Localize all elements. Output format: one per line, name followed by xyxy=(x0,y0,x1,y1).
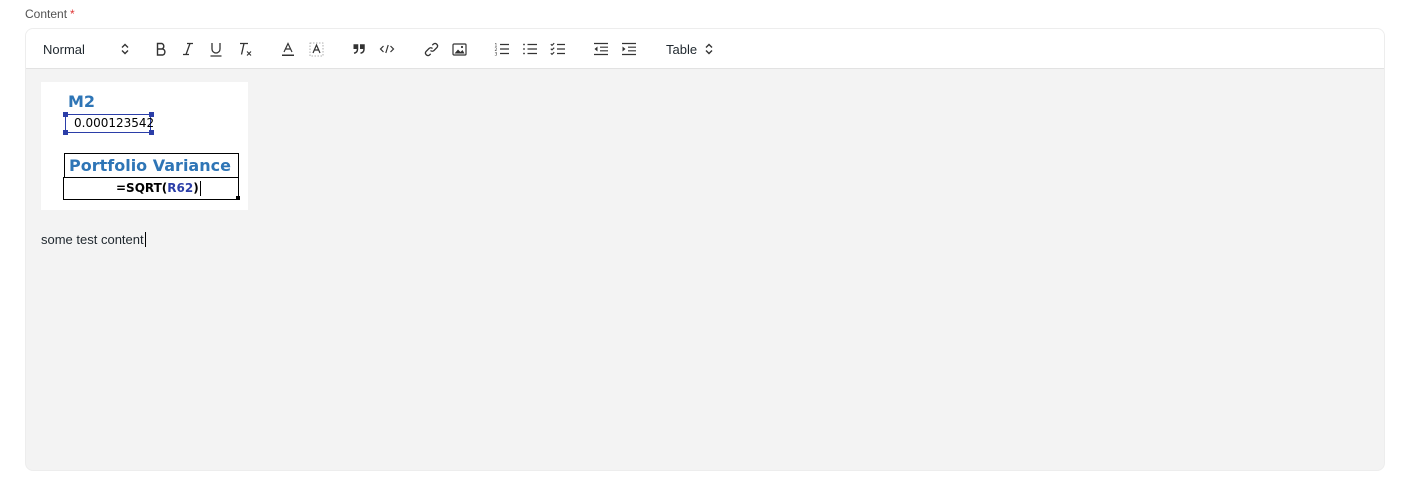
blockquote-icon xyxy=(353,44,365,54)
header-select[interactable]: Normal xyxy=(43,38,129,60)
image-cell-value: 0.000123542 xyxy=(65,114,154,133)
image-heading: M2 xyxy=(68,92,96,111)
embedded-spreadsheet-image[interactable]: M2 0.000123542 Portfolio Variance =SQRT(… xyxy=(41,82,248,210)
clear-format-icon xyxy=(240,42,252,56)
field-label: Content * xyxy=(25,7,75,21)
header-select-value: Normal xyxy=(43,41,85,57)
formula-cursor xyxy=(199,181,201,196)
editor-toolbar: Normal 1 2 3 Table xyxy=(26,29,1384,69)
image-formula: =SQRT(R62) xyxy=(63,177,239,200)
fill-handle xyxy=(236,196,240,200)
bullet-list-icon xyxy=(523,43,537,55)
select-caret-icon xyxy=(121,43,129,55)
indent-icon xyxy=(622,42,636,56)
clear-format-button[interactable] xyxy=(234,38,256,60)
text-color-button[interactable] xyxy=(278,38,298,60)
formula-suffix: ) xyxy=(193,181,199,195)
required-mark: * xyxy=(70,7,75,21)
outdent-button[interactable] xyxy=(590,38,612,60)
italic-icon xyxy=(183,42,193,56)
blockquote-button[interactable] xyxy=(349,38,369,60)
text-color-icon xyxy=(282,41,294,56)
bold-icon xyxy=(156,42,166,56)
underline-button[interactable] xyxy=(206,38,226,60)
indent-button[interactable] xyxy=(618,38,640,60)
code-icon xyxy=(379,44,395,54)
ordered-list-button[interactable]: 123 xyxy=(491,38,513,60)
selection-handle xyxy=(149,130,154,135)
outdent-icon xyxy=(594,42,608,56)
link-icon xyxy=(424,42,438,56)
paragraph-text: some test content xyxy=(41,232,144,247)
link-button[interactable] xyxy=(420,38,442,60)
table-select[interactable]: Table xyxy=(666,38,722,60)
selection-handle xyxy=(63,112,68,117)
underline-icon xyxy=(210,42,222,57)
field-label-text: Content xyxy=(25,7,68,21)
image-button[interactable] xyxy=(448,38,470,60)
text-cursor xyxy=(144,232,146,247)
formula-ref: R62 xyxy=(167,181,194,195)
check-list-icon xyxy=(550,42,565,56)
paragraph[interactable]: some test content xyxy=(41,232,146,247)
select-caret-icon xyxy=(705,43,713,55)
ordered-list-icon: 123 xyxy=(495,43,509,57)
background-color-button[interactable] xyxy=(306,38,326,60)
image-icon xyxy=(451,42,467,56)
table-select-value: Table xyxy=(666,41,698,57)
image-variance-label: Portfolio Variance xyxy=(64,153,239,178)
check-list-button[interactable] xyxy=(547,38,569,60)
bold-button[interactable] xyxy=(151,38,171,60)
italic-button[interactable] xyxy=(178,38,198,60)
rich-text-editor: Normal 1 2 3 Table M2 0.000123542 Portfo… xyxy=(25,28,1385,471)
editor-content[interactable]: M2 0.000123542 Portfolio Variance =SQRT(… xyxy=(26,70,1384,470)
background-color-icon xyxy=(309,42,323,56)
code-button[interactable] xyxy=(376,38,398,60)
selection-handle xyxy=(63,130,68,135)
bullet-list-button[interactable] xyxy=(519,38,541,60)
svg-text:3: 3 xyxy=(495,52,498,57)
selection-handle xyxy=(149,112,154,117)
formula-prefix: =SQRT( xyxy=(116,181,168,195)
